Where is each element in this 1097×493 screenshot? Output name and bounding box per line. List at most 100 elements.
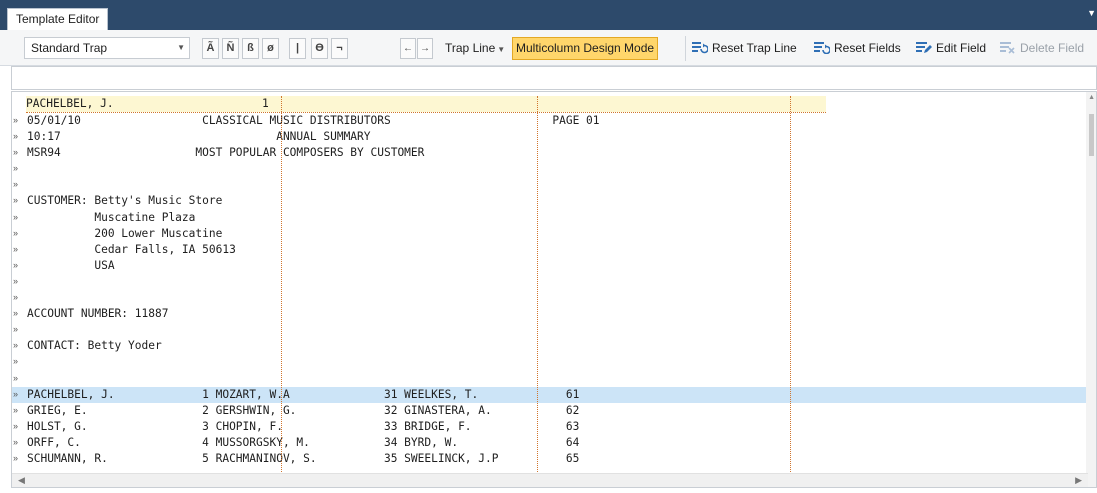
line-marker-icon: » (13, 372, 19, 383)
report-lines: » 05/01/10 CLASSICAL MUSIC DISTRIBUTORS P… (12, 113, 1096, 467)
report-line[interactable]: » (12, 177, 1096, 193)
trap-line-number: 1 (262, 97, 269, 110)
report-view[interactable]: PACHELBEL, J. 1 » 05/01/10 CLASSICAL MUSI… (11, 91, 1097, 488)
report-line[interactable]: » (12, 274, 1096, 290)
line-marker-icon: » (13, 292, 19, 303)
insert-char-button-pipe[interactable]: | (289, 38, 306, 59)
vertical-scrollbar[interactable]: ▲ (1086, 92, 1096, 487)
edit-field-button[interactable]: Edit Field (916, 38, 986, 59)
column-guide[interactable] (537, 96, 538, 476)
line-marker-icon: » (13, 308, 19, 319)
delete-field-button[interactable]: Delete Field (1000, 38, 1084, 59)
report-line[interactable]: » 10:17 ANNUAL SUMMARY (12, 129, 1096, 145)
line-marker-icon: » (13, 211, 19, 222)
edit-field-icon (916, 40, 932, 53)
line-marker-icon: » (13, 163, 19, 174)
line-marker-icon: » (13, 324, 19, 335)
delete-field-icon (1000, 40, 1016, 54)
report-line[interactable]: » 200 Lower Muscatine (12, 226, 1096, 242)
report-line-text: 10:17 ANNUAL SUMMARY (27, 130, 371, 144)
template-editor-tab[interactable]: Template Editor (7, 8, 109, 30)
insert-char-button-o-slash[interactable]: ø (262, 38, 279, 59)
line-marker-icon: » (13, 404, 19, 415)
report-line[interactable]: » CUSTOMER: Betty's Music Store (12, 193, 1096, 209)
insert-char-button-theta[interactable]: ϴ (311, 38, 328, 59)
line-marker-icon: » (13, 420, 19, 431)
report-line[interactable]: » Cedar Falls, IA 50613 (12, 242, 1096, 258)
report-line-text: 05/01/10 CLASSICAL MUSIC DISTRIBUTORS PA… (27, 114, 600, 127)
report-line-text: MSR94 MOST POPULAR COMPOSERS BY CUSTOMER (27, 146, 425, 160)
reset-fields-label: Reset Fields (834, 41, 901, 55)
trap-type-value: Standard Trap (31, 41, 108, 55)
toolbar: Standard Trap ▼ Ã Ñ ß ø | ϴ ¬ ← → Trap L… (0, 30, 1097, 66)
shift-left-button[interactable]: ← (400, 38, 416, 59)
reset-trap-line-icon (692, 40, 709, 54)
chevron-down-icon[interactable]: ▼ (1087, 8, 1096, 18)
report-line[interactable]: » Muscatine Plaza (12, 210, 1096, 226)
line-marker-icon: » (13, 452, 19, 463)
trap-line-label: Trap Line (445, 41, 496, 55)
reset-trap-line-button[interactable]: Reset Trap Line (692, 38, 797, 59)
scroll-up-icon[interactable]: ▲ (1088, 94, 1095, 101)
line-marker-icon: » (13, 115, 19, 125)
line-marker-icon: » (13, 275, 19, 286)
document-tab-bar: Template Editor ▼ (0, 0, 1097, 30)
report-line-text: ACCOUNT NUMBER: 11887 (27, 307, 169, 321)
report-line[interactable]: » (12, 161, 1096, 177)
trap-line-dropdown[interactable]: Trap Line ▼ (445, 38, 505, 59)
vertical-scroll-thumb[interactable] (1089, 114, 1094, 156)
report-line-text: Muscatine Plaza (27, 210, 196, 224)
report-line-text: ORFF, C. 4 MUSSORGSKY, M. 34 BYRD, W. 64 (27, 435, 580, 449)
delete-field-label: Delete Field (1020, 41, 1085, 55)
report-line[interactable]: » (12, 322, 1096, 338)
report-line-text: PACHELBEL, J. 1 MOZART, W.A 31 WEELKES, … (27, 387, 580, 401)
report-line-text: SCHUMANN, R. 5 RACHMANINOV, S. 35 SWEELI… (27, 451, 580, 465)
insert-char-button-not[interactable]: ¬ (331, 38, 348, 59)
report-line[interactable]: » ORFF, C. 4 MUSSORGSKY, M. 34 BYRD, W. 6… (12, 435, 1096, 451)
report-line[interactable]: » HOLST, G. 3 CHOPIN, F. 33 BRIDGE, F. 63 (12, 419, 1096, 435)
report-line[interactable]: » SCHUMANN, R. 5 RACHMANINOV, S. 35 SWEEL… (12, 451, 1096, 467)
scroll-right-icon[interactable]: ▶ (1075, 475, 1082, 486)
line-marker-icon: » (13, 356, 19, 367)
horizontal-scrollbar[interactable]: ◀ ▶ (12, 473, 1088, 487)
line-marker-icon: » (13, 259, 19, 270)
edit-field-label: Edit Field (936, 41, 987, 55)
reset-fields-button[interactable]: Reset Fields (814, 38, 901, 59)
reset-fields-icon (814, 40, 831, 55)
line-marker-icon: » (13, 227, 19, 238)
report-line[interactable]: » MSR94 MOST POPULAR COMPOSERS BY CUSTOME… (12, 145, 1096, 161)
line-marker-icon: » (13, 147, 19, 158)
report-line[interactable]: » (12, 371, 1096, 387)
line-marker-icon: » (13, 179, 19, 190)
report-line[interactable]: » USA (12, 258, 1096, 274)
column-guide[interactable] (281, 96, 282, 476)
report-line[interactable]: » 05/01/10 CLASSICAL MUSIC DISTRIBUTORS P… (12, 113, 1096, 129)
chevron-down-icon: ▼ (177, 43, 185, 52)
line-marker-icon: » (13, 131, 19, 142)
report-line[interactable]: » ACCOUNT NUMBER: 11887 (12, 306, 1096, 322)
insert-char-button-eszett[interactable]: ß (242, 38, 259, 59)
reset-trap-line-label: Reset Trap Line (712, 41, 797, 55)
insert-char-button-a-tilde[interactable]: Ã (202, 38, 219, 59)
trap-line-name: PACHELBEL, J. (26, 97, 114, 110)
trap-line[interactable]: PACHELBEL, J. 1 (26, 96, 826, 112)
report-line-text: USA (27, 258, 115, 272)
toolbar-divider (685, 36, 686, 61)
shift-right-button[interactable]: → (417, 38, 433, 59)
insert-char-button-n-tilde[interactable]: Ñ (222, 38, 239, 59)
report-line-text: CONTACT: Betty Yoder (27, 339, 162, 353)
report-line[interactable]: » CONTACT: Betty Yoder (12, 338, 1096, 354)
trap-edit-input[interactable] (11, 66, 1097, 90)
line-marker-icon: » (13, 243, 19, 254)
report-line-text: Cedar Falls, IA 50613 (27, 242, 236, 256)
report-line[interactable]: » PACHELBEL, J. 1 MOZART, W.A 31 WEELKES,… (12, 386, 1096, 403)
trap-type-combo[interactable]: Standard Trap ▼ (24, 37, 190, 59)
report-line[interactable]: » (12, 290, 1096, 306)
report-line-text: HOLST, G. 3 CHOPIN, F. 33 BRIDGE, F. 63 (27, 419, 580, 433)
multicolumn-design-mode-button[interactable]: Multicolumn Design Mode (512, 37, 659, 60)
report-line[interactable]: » GRIEG, E. 2 GERSHWIN, G. 32 GINASTERA, … (12, 403, 1096, 419)
line-marker-icon: » (13, 388, 19, 399)
column-guide[interactable] (790, 96, 791, 476)
scroll-left-icon[interactable]: ◀ (18, 475, 25, 486)
report-line[interactable]: » (12, 354, 1096, 370)
